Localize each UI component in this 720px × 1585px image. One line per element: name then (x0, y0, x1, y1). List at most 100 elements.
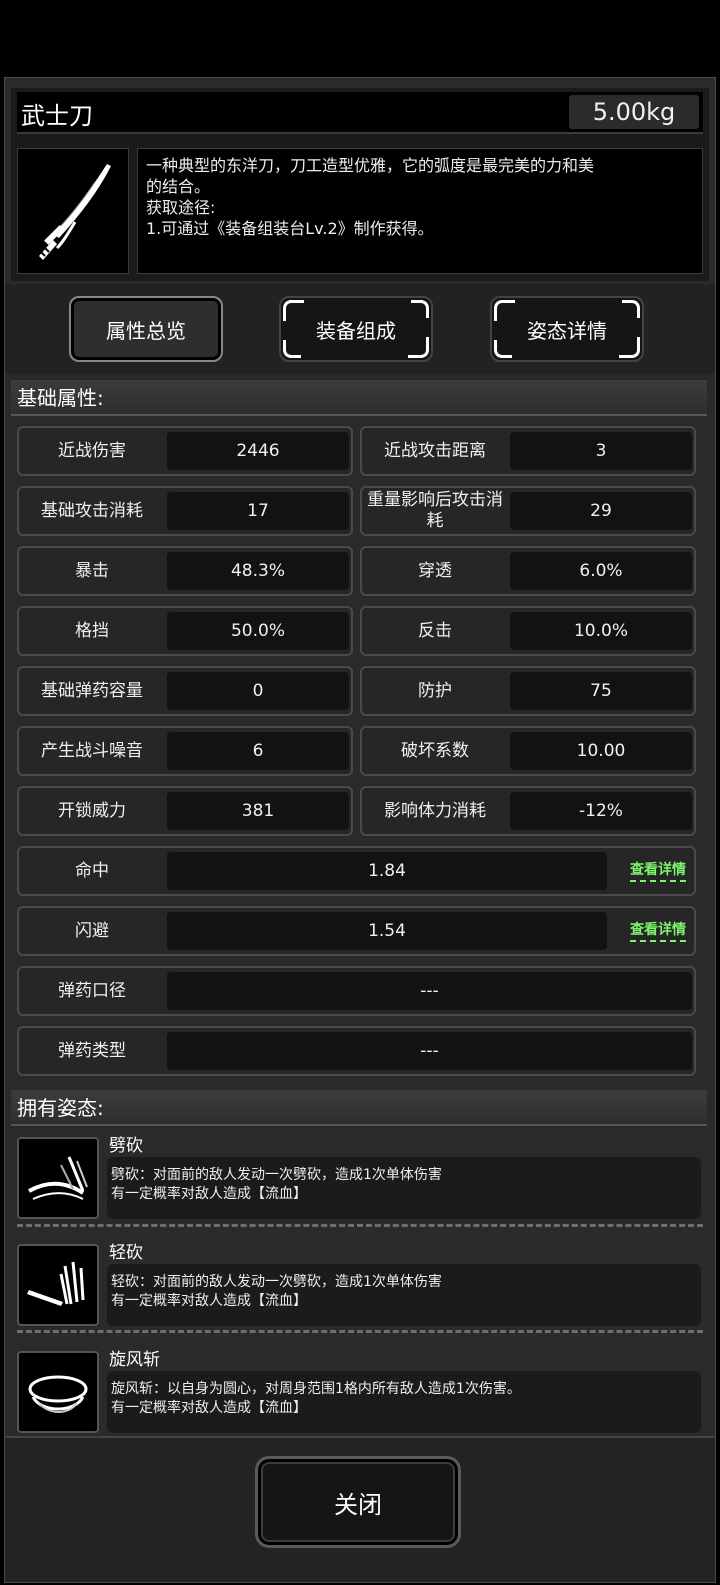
stat-label: 重量影响后攻击消耗 (367, 490, 503, 531)
corner-mark (494, 340, 512, 358)
stat-value: 75 (510, 672, 692, 710)
stance-name: 轻砍 (109, 1243, 143, 1263)
section-stances: 拥有姿态: (11, 1090, 707, 1126)
item-weight: 5.00kg (569, 95, 699, 129)
stat-value: 6 (167, 732, 349, 770)
stat-label: 格挡 (75, 620, 109, 641)
stat-value: --- (167, 972, 692, 1010)
stance-desc-line: 有一定概率对敌人造成【流血】 (111, 1400, 307, 1416)
stat-cell: 近战伤害 2446 (17, 426, 353, 476)
tab-label: 装备组成 (316, 318, 396, 343)
stat-label: 反击 (418, 620, 452, 641)
stat-cell: 开锁威力 381 (17, 786, 353, 836)
stance-icon-box (17, 1244, 99, 1326)
item-name: 武士刀 (21, 102, 93, 130)
stat-value: 48.3% (167, 552, 349, 590)
close-button[interactable]: 关闭 (255, 1456, 461, 1548)
stance-desc-line: 轻砍：对面前的敌人发动一次劈砍，造成1次单体伤害 (111, 1274, 442, 1290)
stat-label: 暴击 (75, 560, 109, 581)
whirlwind-icon (28, 1375, 88, 1413)
light-slash-icon (27, 1261, 85, 1306)
tab-stance-details[interactable]: 姿态详情 (490, 296, 644, 362)
stat-value: 0 (167, 672, 349, 710)
stance-desc-line: 有一定概率对敌人造成【流血】 (111, 1186, 307, 1202)
desc-line: 的结合。 (146, 177, 211, 196)
stat-wide: 弹药口径 --- (17, 966, 696, 1016)
stat-cell: 近战攻击距离 3 (360, 426, 696, 476)
stance-desc-line: 旋风斩：以自身为圆心，对周身范围1格内所有敌人造成1次伤害。 (111, 1381, 521, 1397)
stat-value: 3 (510, 432, 692, 470)
stat-cell: 破坏系数 10.00 (360, 726, 696, 776)
stance-separator (17, 1330, 703, 1333)
stance-description: 劈砍：对面前的敌人发动一次劈砍，造成1次单体伤害 有一定概率对敌人造成【流血】 (107, 1157, 701, 1219)
stat-value: 10.00 (510, 732, 692, 770)
stat-value: -12% (510, 792, 692, 830)
view-details-link[interactable]: 查看详情 (630, 919, 686, 942)
stance-name: 劈砍 (109, 1136, 143, 1156)
stat-label: 近战攻击距离 (384, 440, 486, 461)
stat-wide: 闪避 1.54 查看详情 (17, 906, 696, 956)
tab-attribute-overview[interactable]: 属性总览 (69, 296, 223, 362)
stat-cell: 反击 10.0% (360, 606, 696, 656)
stat-label: 命中 (75, 860, 109, 881)
section-basic-attributes: 基础属性: (11, 380, 707, 416)
stat-label: 基础攻击消耗 (41, 500, 143, 521)
stat-label: 产生战斗噪音 (41, 740, 143, 761)
item-icon-box (17, 148, 129, 274)
footer: 关闭 (5, 1436, 715, 1582)
stat-label: 基础弹药容量 (41, 680, 143, 701)
stat-label: 穿透 (418, 560, 452, 581)
stat-label: 破坏系数 (401, 740, 469, 761)
stance-icon-box (17, 1351, 99, 1433)
stance-name: 旋风斩 (109, 1350, 160, 1370)
tab-bar: 属性总览 装备组成 姿态详情 (5, 284, 715, 374)
stat-cell: 重量影响后攻击消耗 29 (360, 486, 696, 536)
stat-label: 闪避 (75, 920, 109, 941)
desc-line: 一种典型的东洋刀，刀工造型优雅，它的弧度是最完美的力和美 (146, 156, 595, 175)
corner-mark (411, 300, 429, 318)
stat-value: 1.54 (167, 912, 607, 950)
stat-cell: 基础攻击消耗 17 (17, 486, 353, 536)
stat-cell: 穿透 6.0% (360, 546, 696, 596)
stat-cell: 暴击 48.3% (17, 546, 353, 596)
stance-description: 轻砍：对面前的敌人发动一次劈砍，造成1次单体伤害 有一定概率对敌人造成【流血】 (107, 1264, 701, 1326)
stance-desc-line: 劈砍：对面前的敌人发动一次劈砍，造成1次单体伤害 (111, 1167, 442, 1183)
item-detail-panel: 武士刀 5.00kg 一种典型的东洋刀，刀工造型优雅，它的弧度是最完美的力和美 … (4, 77, 716, 1583)
stance-item[interactable]: 旋风斩 旋风斩：以自身为圆心，对周身范围1格内所有敌人造成1次伤害。 有一定概率… (17, 1345, 703, 1445)
stat-label: 近战伤害 (58, 440, 126, 461)
desc-line: 获取途径: (146, 198, 216, 217)
stat-wide: 命中 1.84 查看详情 (17, 846, 696, 896)
stance-item[interactable]: 劈砍 劈砍：对面前的敌人发动一次劈砍，造成1次单体伤害 有一定概率对敌人造成【流… (17, 1131, 703, 1231)
katana-icon (39, 164, 111, 260)
stat-label: 弹药类型 (58, 1040, 126, 1061)
stat-value: 10.0% (510, 612, 692, 650)
stat-value: 2446 (167, 432, 349, 470)
stat-label: 开锁威力 (58, 800, 126, 821)
stat-label: 防护 (418, 680, 452, 701)
corner-mark (283, 340, 301, 358)
tab-label: 姿态详情 (527, 318, 607, 343)
stance-item[interactable]: 轻砍 轻砍：对面前的敌人发动一次劈砍，造成1次单体伤害 有一定概率对敌人造成【流… (17, 1238, 703, 1338)
stat-value: --- (167, 1032, 692, 1070)
desc-line: 1.可通过《装备组装台Lv.2》制作获得。 (146, 219, 434, 238)
tab-equipment-composition[interactable]: 装备组成 (279, 296, 433, 362)
stance-icon-box (17, 1137, 99, 1219)
stat-value: 29 (510, 492, 692, 530)
stat-cell: 产生战斗噪音 6 (17, 726, 353, 776)
stat-value: 381 (167, 792, 349, 830)
stat-value: 50.0% (167, 612, 349, 650)
stance-description: 旋风斩：以自身为圆心，对周身范围1格内所有敌人造成1次伤害。 有一定概率对敌人造… (107, 1371, 701, 1433)
stance-desc-line: 有一定概率对敌人造成【流血】 (111, 1293, 307, 1309)
stat-wide: 弹药类型 --- (17, 1026, 696, 1076)
stat-cell: 格挡 50.0% (17, 606, 353, 656)
stat-label: 影响体力消耗 (384, 800, 486, 821)
stance-separator (17, 1224, 703, 1227)
corner-mark (622, 300, 640, 318)
view-details-link[interactable]: 查看详情 (630, 859, 686, 882)
slash-icon (28, 1156, 88, 1200)
stat-cell: 防护 75 (360, 666, 696, 716)
stat-label: 弹药口径 (58, 980, 126, 1001)
stat-value: 6.0% (510, 552, 692, 590)
title-bar: 武士刀 5.00kg (17, 92, 703, 134)
item-description: 一种典型的东洋刀，刀工造型优雅，它的弧度是最完美的力和美 的结合。 获取途径: … (137, 148, 703, 274)
